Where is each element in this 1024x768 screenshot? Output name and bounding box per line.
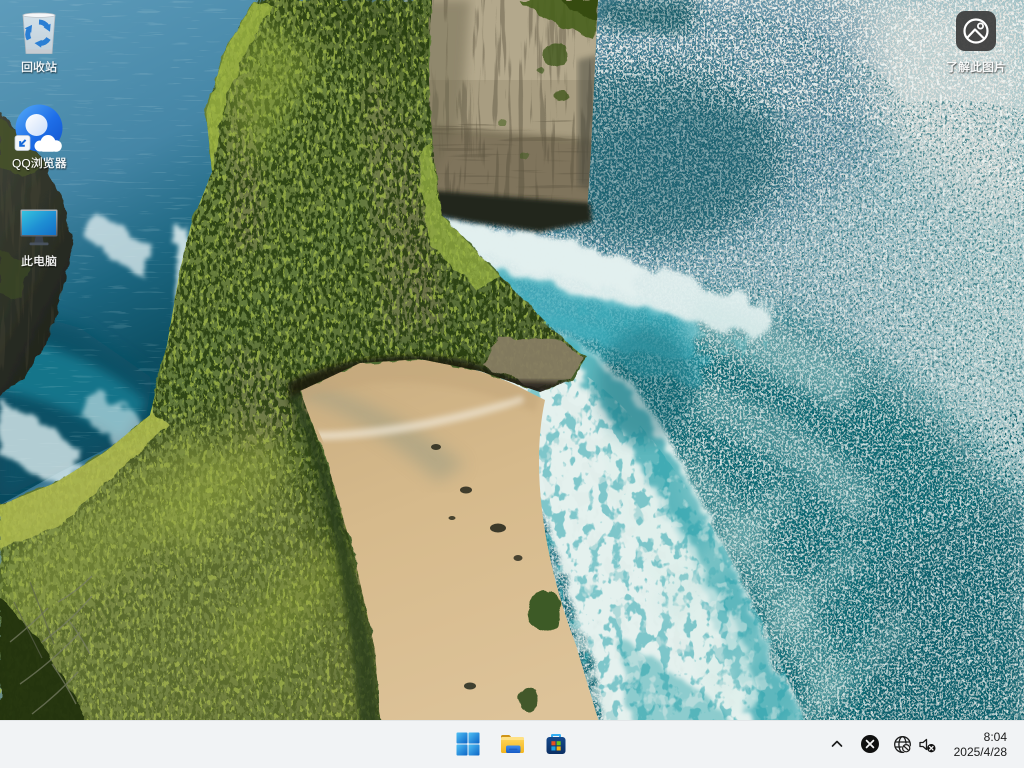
svg-text:Q: Q xyxy=(12,156,21,170)
svg-text:Q: Q xyxy=(21,156,30,170)
